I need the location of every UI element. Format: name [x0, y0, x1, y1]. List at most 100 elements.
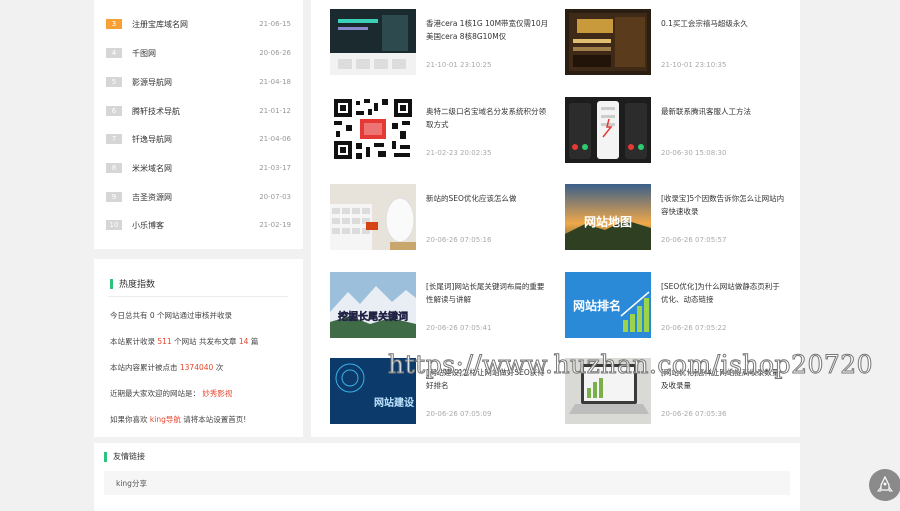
watermark: https://www.huzhan.com/ishop20720: [387, 350, 874, 380]
rank-number: 7: [106, 134, 122, 144]
today-count-line: 今日总共有 0 个网站通过审核并收录: [110, 311, 233, 320]
rank-item[interactable]: 8 米米域名网 21-03-17: [106, 161, 291, 175]
rank-number: 8: [106, 163, 122, 173]
rank-title[interactable]: 米米域名网: [132, 163, 259, 174]
article-card[interactable]: 最新联系腾讯客服人工方法 20-06-30 15:08:30: [565, 97, 790, 163]
article-date: 20-06-26 07:05:41: [426, 324, 492, 332]
divider: [108, 296, 288, 297]
heat-title: 热度指数: [110, 277, 155, 290]
links-title: 友情链接: [104, 451, 145, 462]
popular-site-prefix: 近期最大家欢迎的网站是：: [110, 389, 200, 398]
article-date: 20-06-30 15:08:30: [661, 149, 727, 157]
thumb-caption: 网站地图: [584, 214, 632, 229]
article-title[interactable]: 新站的SEO优化应该怎么做: [426, 192, 551, 205]
rank-number: 6: [106, 106, 122, 116]
article-date: 21-10-01 23:10:35: [661, 61, 727, 69]
rocket-icon: [877, 475, 893, 492]
title-accent-bar: [104, 451, 107, 462]
thumb-caption: 网站建设: [374, 396, 414, 409]
rank-title[interactable]: 千图网: [132, 48, 259, 59]
article-title[interactable]: [SEO优化]为什么网站做静态页利于优化、动态链接: [661, 280, 786, 306]
article-title[interactable]: 奥特二级口名宝域名分发系统积分领取方式: [426, 105, 551, 131]
article-thumbnail[interactable]: [330, 97, 416, 163]
rank-title[interactable]: 钎逸导航网: [132, 134, 259, 145]
article-date: 20-06-26 07:05:09: [426, 410, 492, 418]
total-sites-mid: 个网站 共发布文章: [174, 337, 237, 346]
total-clicks-line: 本站内容累计被点击 1374040 次: [110, 362, 223, 373]
article-thumbnail[interactable]: 网站排名: [565, 272, 651, 338]
rank-item[interactable]: 9 吉圣资源网 20-07-03: [106, 190, 291, 204]
total-articles-value: 14: [238, 337, 249, 346]
popular-site-line: 近期最大家欢迎的网站是： 妙秀影视: [110, 388, 232, 399]
article-card[interactable]: 0.1买工会宗禧马超级永久 21-10-01 23:10:35: [565, 9, 790, 75]
article-title[interactable]: [长尾词]网站长尾关键词布局的重要性解读与讲解: [426, 280, 551, 306]
rank-title[interactable]: 影源导航网: [132, 77, 259, 88]
thumb-caption: 网站排名: [573, 298, 621, 313]
rank-number: 10: [106, 220, 122, 230]
rank-title[interactable]: 吉圣资源网: [132, 192, 259, 203]
article-card[interactable]: 网站排名 [SEO优化]为什么网站做静态页利于优化、动态链接 20-06-26 …: [565, 272, 790, 338]
article-card[interactable]: 香港cera 1核1G 10M带宽仅需10月 美国cera 8核8G10M仅 2…: [330, 9, 555, 75]
popular-site-link[interactable]: 妙秀影视: [202, 389, 232, 398]
set-homepage-suffix: 请将本站设置首页!: [183, 415, 247, 424]
rank-number: 3: [106, 19, 122, 29]
total-clicks-suffix: 次: [215, 363, 224, 372]
rank-item[interactable]: 6 腾轩技术导航 21-01-12: [106, 104, 291, 118]
back-to-top-button[interactable]: [869, 469, 900, 501]
article-title[interactable]: 最新联系腾讯客服人工方法: [661, 105, 786, 118]
article-thumbnail[interactable]: [565, 9, 651, 75]
article-date: 20-06-26 07:05:57: [661, 236, 727, 244]
rank-number: 4: [106, 48, 122, 58]
links-title-text: 友情链接: [113, 452, 145, 461]
heat-index-panel: 热度指数 今日总共有 0 个网站通过审核并收录 本站累计收录 511 个网站 共…: [94, 259, 303, 437]
rank-date: 21-06-15: [259, 20, 291, 28]
article-thumbnail[interactable]: 网站地图: [565, 184, 651, 250]
article-date: 20-06-26 07:05:36: [661, 410, 727, 418]
rank-date: 21-01-12: [259, 107, 291, 115]
rank-title[interactable]: 注册宝库域名网: [132, 19, 259, 30]
article-thumbnail[interactable]: 挖掘长尾关键词: [330, 272, 416, 338]
article-card[interactable]: 新站的SEO优化应该怎么做 20-06-26 07:05:16: [330, 184, 555, 250]
total-sites-line: 本站累计收录 511 个网站 共发布文章 14 篇: [110, 336, 258, 347]
article-card[interactable]: 网站地图 [收录宝]5个因数告诉你怎么让网站内容快速收录 20-06-26 07…: [565, 184, 790, 250]
article-title[interactable]: 香港cera 1核1G 10M带宽仅需10月 美国cera 8核8G10M仅: [426, 17, 551, 43]
article-title[interactable]: 0.1买工会宗禧马超级永久: [661, 17, 786, 30]
article-title[interactable]: [收录宝]5个因数告诉你怎么让网站内容快速收录: [661, 192, 786, 218]
rank-date: 20-07-03: [259, 193, 291, 201]
article-date: 20-06-26 07:05:22: [661, 324, 727, 332]
set-homepage-link[interactable]: king导航: [150, 415, 181, 424]
total-clicks-prefix: 本站内容累计被点击: [110, 363, 178, 372]
article-date: 21-02-23 20:02:35: [426, 149, 492, 157]
rank-date: 21-02-19: [259, 221, 291, 229]
total-sites-prefix: 本站累计收录: [110, 337, 155, 346]
rank-item[interactable]: 7 钎逸导航网 21-04-06: [106, 132, 291, 146]
rank-title[interactable]: 小乐博客: [132, 220, 259, 231]
article-thumbnail[interactable]: [330, 184, 416, 250]
site-rank-panel: 3 注册宝库域名网 21-06-15 4 千图网 20-06-26 5 影源导航网 21-0…: [94, 0, 303, 249]
rank-item[interactable]: 5 影源导航网 21-04-18: [106, 75, 291, 89]
article-card[interactable]: 奥特二级口名宝域名分发系统积分领取方式 21-02-23 20:02:35: [330, 97, 555, 163]
article-thumbnail[interactable]: [330, 9, 416, 75]
friend-links-panel: 友情链接 king分享: [94, 443, 800, 511]
rank-date: 21-04-18: [259, 78, 291, 86]
rank-date: 20-06-26: [259, 49, 291, 57]
friend-link[interactable]: king分享: [116, 478, 147, 489]
thumb-caption: 挖掘长尾关键词: [338, 310, 408, 323]
set-homepage-line: 如果你喜欢 king导航 请将本站设置首页!: [110, 414, 246, 425]
rank-number: 5: [106, 77, 122, 87]
rank-title[interactable]: 腾轩技术导航: [132, 106, 259, 117]
rank-date: 21-04-06: [259, 135, 291, 143]
article-date: 20-06-26 07:05:16: [426, 236, 492, 244]
rank-item[interactable]: 3 注册宝库域名网 21-06-15: [106, 17, 291, 31]
rank-item[interactable]: 4 千图网 20-06-26: [106, 46, 291, 60]
set-homepage-prefix: 如果你喜欢: [110, 415, 148, 424]
rank-item[interactable]: 10 小乐博客 21-02-19: [106, 218, 291, 232]
article-card[interactable]: 挖掘长尾关键词 [长尾词]网站长尾关键词布局的重要性解读与讲解 20-06-26…: [330, 272, 555, 338]
total-sites-value: 511: [157, 337, 172, 346]
total-clicks-value: 1374040: [179, 363, 214, 372]
article-thumbnail[interactable]: [565, 97, 651, 163]
title-accent-bar: [110, 278, 113, 289]
total-articles-suffix: 篇: [250, 337, 259, 346]
article-date: 21-10-01 23:10:25: [426, 61, 492, 69]
rank-date: 21-03-17: [259, 164, 291, 172]
